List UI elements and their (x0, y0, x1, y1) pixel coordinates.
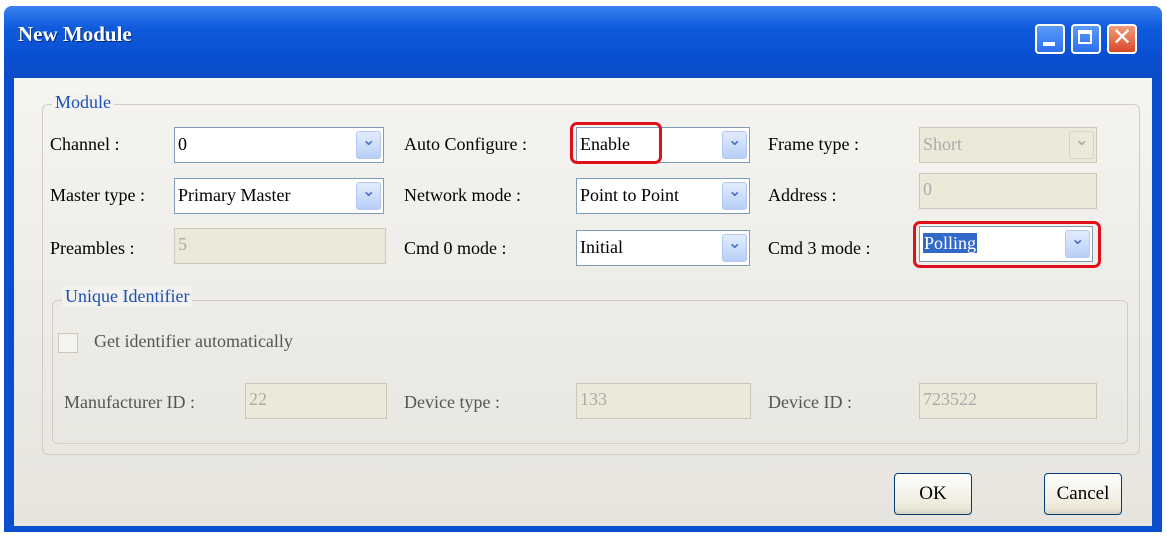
network-mode-label: Network mode : (404, 185, 521, 205)
frame-type-value: Short (923, 134, 963, 154)
cmd0-mode-select[interactable]: Initial ⌄ (576, 230, 750, 266)
manufacturer-id-field[interactable]: 22 (245, 383, 387, 419)
minimize-button[interactable] (1035, 24, 1065, 54)
chevron-down-icon[interactable]: ⌄ (722, 233, 747, 262)
manufacturer-id-value: 22 (249, 389, 267, 409)
preambles-value: 5 (178, 234, 187, 254)
frame-type-select[interactable]: Short ⌄ (919, 127, 1097, 163)
unique-identifier-group (52, 300, 1128, 444)
ok-button[interactable]: OK (894, 473, 972, 515)
preambles-label: Preambles : (50, 238, 135, 258)
device-id-field[interactable]: 723522 (919, 383, 1097, 419)
module-group-label: Module (52, 92, 114, 113)
manufacturer-id-label: Manufacturer ID : (64, 392, 195, 412)
minimize-icon (1043, 42, 1055, 46)
address-field[interactable]: 0 (919, 173, 1097, 209)
chevron-down-icon[interactable]: ⌄ (356, 181, 381, 210)
cmd0-mode-value: Initial (580, 237, 623, 257)
cmd0-mode-label: Cmd 0 mode : (404, 238, 507, 258)
channel-value: 0 (178, 134, 187, 154)
preambles-field[interactable]: 5 (174, 228, 386, 264)
device-id-label: Device ID : (768, 392, 852, 412)
close-button[interactable]: ✕ (1107, 23, 1137, 54)
device-type-label: Device type : (404, 392, 500, 412)
master-type-value: Primary Master (178, 185, 291, 205)
chevron-down-icon[interactable]: ⌄ (722, 130, 747, 159)
frame-type-label: Frame type : (768, 134, 859, 154)
chevron-down-icon[interactable]: ⌄ (356, 130, 381, 159)
close-icon: ✕ (1111, 23, 1133, 51)
device-type-field[interactable]: 133 (576, 383, 751, 419)
get-identifier-label: Get identifier automatically (94, 331, 293, 351)
cmd3-mode-label: Cmd 3 mode : (768, 238, 871, 258)
address-value: 0 (923, 179, 932, 199)
auto-configure-highlight (570, 122, 662, 164)
chevron-down-icon[interactable]: ⌄ (722, 181, 747, 210)
title-bar[interactable]: New Module ✕ (4, 6, 1162, 78)
network-mode-value: Point to Point (580, 185, 680, 205)
device-type-value: 133 (580, 389, 607, 409)
channel-select[interactable]: 0 ⌄ (174, 127, 384, 163)
dialog-body: Module Channel : 0 ⌄ Auto Configure : En… (14, 78, 1152, 526)
maximize-button[interactable] (1071, 24, 1101, 54)
cancel-button[interactable]: Cancel (1044, 473, 1122, 515)
master-type-select[interactable]: Primary Master ⌄ (174, 178, 384, 214)
auto-configure-label: Auto Configure : (404, 134, 527, 154)
unique-identifier-group-label: Unique Identifier (62, 286, 193, 307)
cmd3-mode-highlight (913, 221, 1101, 268)
network-mode-select[interactable]: Point to Point ⌄ (576, 178, 750, 214)
device-id-value: 723522 (923, 389, 977, 409)
chevron-down-icon: ⌄ (1069, 130, 1094, 159)
new-module-dialog: New Module ✕ Module Channel : 0 ⌄ Auto C… (4, 6, 1162, 532)
maximize-icon (1078, 30, 1092, 44)
channel-label: Channel : (50, 134, 120, 154)
address-label: Address : (768, 185, 837, 205)
window-title: New Module (18, 22, 132, 46)
get-identifier-checkbox[interactable] (58, 333, 78, 353)
master-type-label: Master type : (50, 185, 145, 205)
